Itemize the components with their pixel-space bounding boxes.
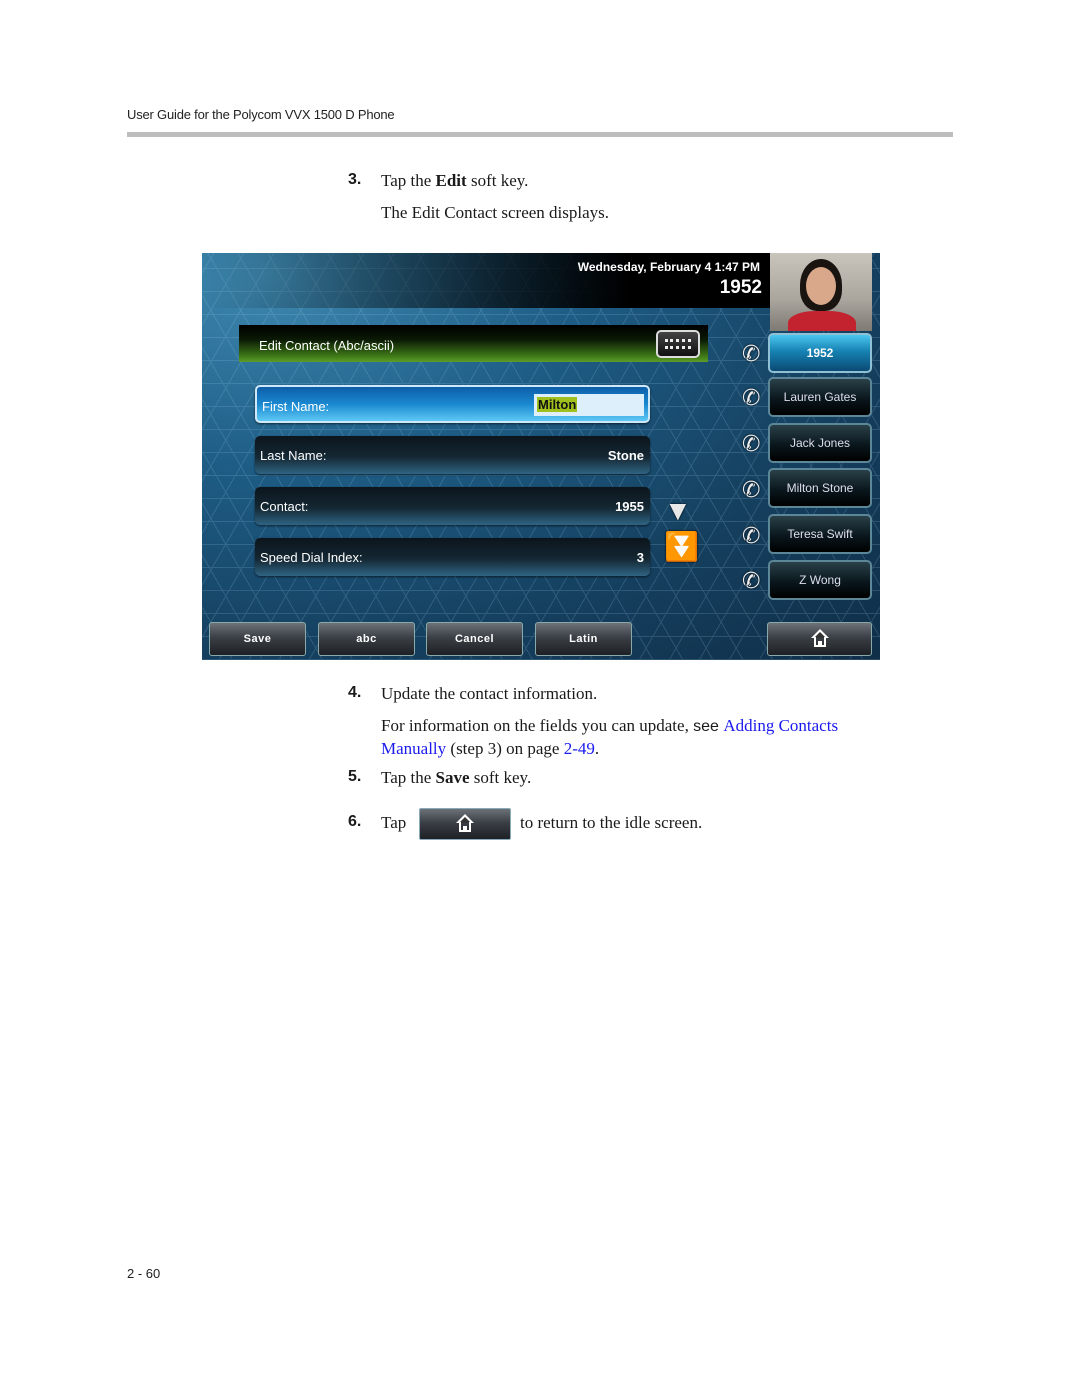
save-softkey[interactable]: Save [209,622,306,656]
step-text-pre: Tap the [381,171,436,190]
screen-title: Edit Contact (Abc/ascii) [259,338,395,353]
abc-softkey[interactable]: abc [318,622,415,656]
status-bar: Wednesday, February 4 1:47 PM 1952 [202,253,770,308]
speed-dial-icon: ✆ [742,523,761,548]
first-name-input[interactable]: Milton [534,394,644,416]
home-button[interactable] [767,622,872,656]
softkey-name: Edit [435,171,467,190]
line-key-jack-jones[interactable]: Jack Jones [768,423,872,463]
keyboard-icon [665,339,691,349]
phone-registered-icon: ✆ [742,341,761,366]
step-text: Tap the Edit soft key. [381,171,528,191]
field-label: Speed Dial Index: [260,550,363,565]
line-key-z-wong[interactable]: Z Wong [768,560,872,600]
step-text-pre: Tap [381,813,407,832]
step-text-pre: Tap the [381,768,436,787]
step-number: 6. [348,813,362,830]
step-4-info: For information on the fields you can up… [381,715,838,760]
step-number: 5. [348,768,362,785]
first-name-field[interactable]: First Name: Milton [255,385,650,423]
page-number: 2 - 60 [127,1266,161,1281]
field-label: First Name: [262,399,330,414]
step-text-post: to return to the idle screen. [520,813,703,832]
adding-contacts-link-cont[interactable]: Manually [381,739,446,758]
phone-screen: Wednesday, February 4 1:47 PM 1952 Edit … [202,253,880,660]
step-number: 3. [348,171,362,188]
header-rule [127,132,953,137]
softkey-name: Save [435,768,470,787]
step-text: Update the contact information. [381,684,598,703]
screen-title-bar: Edit Contact (Abc/ascii) [239,325,708,362]
adding-contacts-link[interactable]: Adding Contacts [723,716,838,735]
latin-softkey[interactable]: Latin [535,622,632,656]
step-text: Tap the Save soft key. [381,768,531,788]
line-key-lauren-gates[interactable]: Lauren Gates [768,377,872,417]
line-key-1952[interactable]: 1952 [768,333,872,373]
selected-text: Milton [537,397,578,412]
field-value: 1955 [615,499,644,514]
contact-field[interactable]: Contact: 1955 [255,487,650,525]
speed-dial-icon: ✆ [742,385,761,410]
arrow-down-icon[interactable]: ▼ [664,497,692,525]
date-time: Wednesday, February 4 1:47 PM [577,260,760,274]
field-label: Contact: [260,499,309,514]
home-icon [455,814,475,834]
line-key-teresa-swift[interactable]: Teresa Swift [768,514,872,554]
video-preview [770,253,872,331]
info-text: (step 3) on page [446,739,564,758]
inline-home-button-image [419,808,511,840]
step-text-post: soft key. [469,768,532,787]
field-value: 3 [636,550,644,565]
speed-dial-icon: ✆ [742,477,761,502]
step-number: 4. [348,684,362,701]
speed-dial-index-field[interactable]: Speed Dial Index: 3 [255,538,650,576]
cancel-softkey[interactable]: Cancel [426,622,523,656]
speed-dial-icon: ✆ [742,431,761,456]
speed-dial-icon: ✆ [742,568,761,593]
field-value: Stone [607,448,644,463]
field-label: Last Name: [260,448,327,463]
info-text: . [594,739,600,758]
keyboard-button[interactable] [656,330,700,358]
line-key-milton-stone[interactable]: Milton Stone [768,468,872,508]
page-link[interactable]: 2-49 [564,739,595,758]
line-number: 1952 [719,277,762,298]
double-arrow-down-icon[interactable]: ⏬ [664,533,699,561]
step-3-result: The Edit Contact screen displays. [381,203,610,222]
info-text: For information on the fields you can up… [381,716,694,735]
last-name-field[interactable]: Last Name: Stone [255,436,650,474]
step-text-post: soft key. [466,171,529,190]
home-icon [810,629,830,649]
document-header: User Guide for the Polycom VVX 1500 D Ph… [127,107,395,122]
info-see: see [693,718,724,735]
